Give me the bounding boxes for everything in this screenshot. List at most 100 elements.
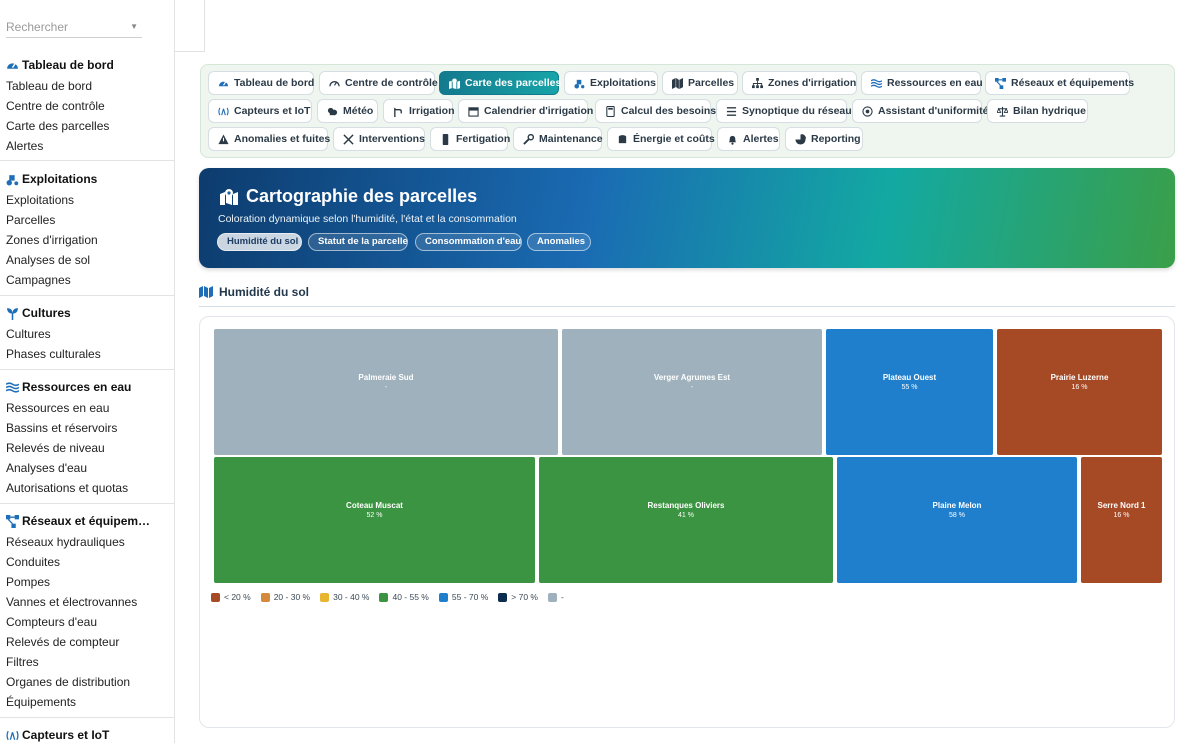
sidebar-item-reseaux-hydrauliques[interactable]: Réseaux hydrauliques [0, 532, 174, 552]
tab-tableau-de-bord[interactable]: Tableau de bord [208, 71, 314, 95]
tab-carte-des-parcelles[interactable]: Carte des parcelles [439, 71, 561, 95]
sidebar-item-zones-d-irrigation[interactable]: Zones d'irrigation [0, 230, 174, 250]
legend-label: 55 - 70 % [451, 592, 489, 602]
tab-meteo[interactable]: Météo [317, 99, 378, 123]
tab-anomalies-et-fuites[interactable]: Anomalies et fuites [208, 127, 330, 151]
parcel-coteau-muscat[interactable]: Coteau Muscat 52 % [214, 457, 535, 583]
tab-exploitations[interactable]: Exploitations [564, 71, 658, 95]
scale-icon [997, 106, 1008, 117]
tab-zones-d-irrigation[interactable]: Zones d'irrigation [742, 71, 857, 95]
tab-label: Énergie et coûts [633, 133, 715, 145]
sidebar-item-analyses-de-sol[interactable]: Analyses de sol [0, 250, 174, 270]
parcel-plaine-melon[interactable]: Plaine Melon 58 % [837, 457, 1077, 583]
hero-subtitle: Coloration dynamique selon l'humidité, l… [218, 213, 517, 225]
sidebar-item-campagnes[interactable]: Campagnes [0, 270, 174, 290]
sidebar-item-autorisations-et-quotas[interactable]: Autorisations et quotas [0, 478, 174, 498]
sidebar-item-bassins-et-reservoirs[interactable]: Bassins et réservoirs [0, 418, 174, 438]
tab-parcelles[interactable]: Parcelles [662, 71, 738, 95]
tab-reporting[interactable]: Reporting [785, 127, 863, 151]
sidebar-section-header[interactable]: Réseaux et équipem… [0, 512, 174, 530]
legend-item: < 20 % [211, 592, 251, 602]
mode-pill-consommation-d-eau[interactable]: Consommation d'eau [415, 233, 522, 251]
sidebar-section-header[interactable]: Ressources en eau [0, 378, 174, 396]
legend-item: - [547, 592, 564, 602]
sidebar-item-filtres[interactable]: Filtres [0, 652, 174, 672]
parcel-verger-agrumes-est[interactable]: Verger Agrumes Est - [562, 329, 822, 455]
tab-calendrier-d-irrigation[interactable]: Calendrier d'irrigation [458, 99, 593, 123]
tab-ressources-en-eau[interactable]: Ressources en eau [861, 71, 983, 95]
parcel-prairie-luzerne[interactable]: Prairie Luzerne 16 % [997, 329, 1162, 455]
sidebar-section-header[interactable]: Tableau de bord [0, 56, 174, 74]
sidebar-item-phases-culturales[interactable]: Phases culturales [0, 344, 174, 364]
sidebar-item-releves-de-compteur[interactable]: Relevés de compteur [0, 632, 174, 652]
parcel-restanques-oliviers[interactable]: Restanques Oliviers 41 % [539, 457, 833, 583]
parcel-moisture-value: 52 % [366, 512, 383, 519]
parcel-plateau-ouest[interactable]: Plateau Ouest 55 % [826, 329, 993, 455]
tab-label: Maintenance [539, 133, 603, 145]
parcel-name: Plateau Ouest [882, 373, 937, 382]
sidebar-item-cultures[interactable]: Cultures [0, 324, 174, 344]
tab-synoptique-du-reseau[interactable]: Synoptique du réseau [716, 99, 852, 123]
sidebar-item-centre-de-controle[interactable]: Centre de contrôle [0, 96, 174, 116]
section-title: Humidité du sol [199, 285, 309, 299]
water-icon [6, 381, 19, 394]
sidebar-item-releves-de-niveau[interactable]: Relevés de niveau [0, 438, 174, 458]
tab-calcul-des-besoins[interactable]: Calcul des besoins [595, 99, 716, 123]
tab-label: Météo [343, 105, 374, 117]
tab-assistant-d-uniformite[interactable]: Assistant d'uniformité [852, 99, 988, 123]
sidebar-item-equipements[interactable]: Équipements [0, 692, 174, 712]
sidebar-item-analyses-d-eau[interactable]: Analyses d'eau [0, 458, 174, 478]
legend-item: 55 - 70 % [438, 592, 489, 602]
sidebar-section-header[interactable]: Exploitations [0, 170, 174, 188]
seedling-icon [6, 307, 19, 320]
tab-label: Ressources en eau [887, 77, 983, 89]
water-icon [871, 78, 882, 89]
legend-label: 40 - 55 % [392, 592, 429, 602]
tab-irrigation[interactable]: Irrigation [383, 99, 455, 123]
bell-icon [727, 134, 738, 145]
coins-icon [617, 134, 628, 145]
tab-label: Capteurs et IoT [234, 105, 311, 117]
tab-label: Alertes [743, 133, 779, 145]
list-icon [726, 106, 737, 117]
sidebar-section-header[interactable]: Cultures [0, 304, 174, 322]
search-input[interactable]: Rechercher ▼ [6, 16, 142, 38]
sidebar-item-ressources-en-eau[interactable]: Ressources en eau [0, 398, 174, 418]
legend-label: 30 - 40 % [333, 592, 370, 602]
sidebar-item-conduites[interactable]: Conduites [0, 552, 174, 572]
network-icon [995, 77, 1006, 89]
map-pin-icon [449, 77, 460, 89]
mode-pill-anomalies[interactable]: Anomalies [527, 233, 591, 251]
chevron-down-icon[interactable]: ▼ [130, 22, 138, 31]
sidebar-item-compteurs-d-eau[interactable]: Compteurs d'eau [0, 612, 174, 632]
sidebar-item-parcelles[interactable]: Parcelles [0, 210, 174, 230]
tab-fertigation[interactable]: Fertigation [430, 127, 510, 151]
tab-label: Exploitations [590, 77, 656, 89]
legend-swatch [379, 592, 389, 602]
tab-bilan-hydrique[interactable]: Bilan hydrique [987, 99, 1088, 123]
sidebar-item-alertes[interactable]: Alertes [0, 136, 174, 156]
tab-reseaux-et-equipements[interactable]: Réseaux et équipements [985, 71, 1134, 95]
tab-centre-de-controle[interactable]: Centre de contrôle [319, 71, 438, 95]
sidebar-item-tableau-de-bord[interactable]: Tableau de bord [0, 76, 174, 96]
parcel-moisture-value: - [384, 384, 388, 391]
tab-alertes[interactable]: Alertes [717, 127, 780, 151]
parcel-moisture-value: 16 % [1071, 384, 1088, 391]
mode-pill-statut-de-la-parcelle[interactable]: Statut de la parcelle [308, 233, 408, 251]
sidebar-item-exploitations[interactable]: Exploitations [0, 190, 174, 210]
tab-interventions[interactable]: Interventions [333, 127, 425, 151]
tab-energie-et-couts[interactable]: Énergie et coûts [607, 127, 715, 151]
sidebar-item-carte-des-parcelles[interactable]: Carte des parcelles [0, 116, 174, 136]
tab-maintenance[interactable]: Maintenance [513, 127, 603, 151]
sidebar-item-organes-de-distribution[interactable]: Organes de distribution [0, 672, 174, 692]
parcel-name: Restanques Oliviers [647, 501, 725, 510]
sidebar-section-header[interactable]: Capteurs et IoT [0, 726, 174, 743]
parcel-palmeraie-sud[interactable]: Palmeraie Sud - [214, 329, 558, 455]
tab-capteurs-et-iot[interactable]: Capteurs et IoT [208, 99, 312, 123]
sidebar-section-cultures: Cultures Cultures Phases culturales [0, 304, 174, 364]
sidebar-item-vannes-et-electrovannes[interactable]: Vannes et électrovannes [0, 592, 174, 612]
mode-pill-humidite-du-sol[interactable]: Humidité du sol [217, 233, 302, 251]
parcel-serre-nord-1[interactable]: Serre Nord 1 16 % [1081, 457, 1162, 583]
module-tabs: Tableau de bord Centre de contrôle Carte d… [200, 64, 1175, 158]
sidebar-item-pompes[interactable]: Pompes [0, 572, 174, 592]
